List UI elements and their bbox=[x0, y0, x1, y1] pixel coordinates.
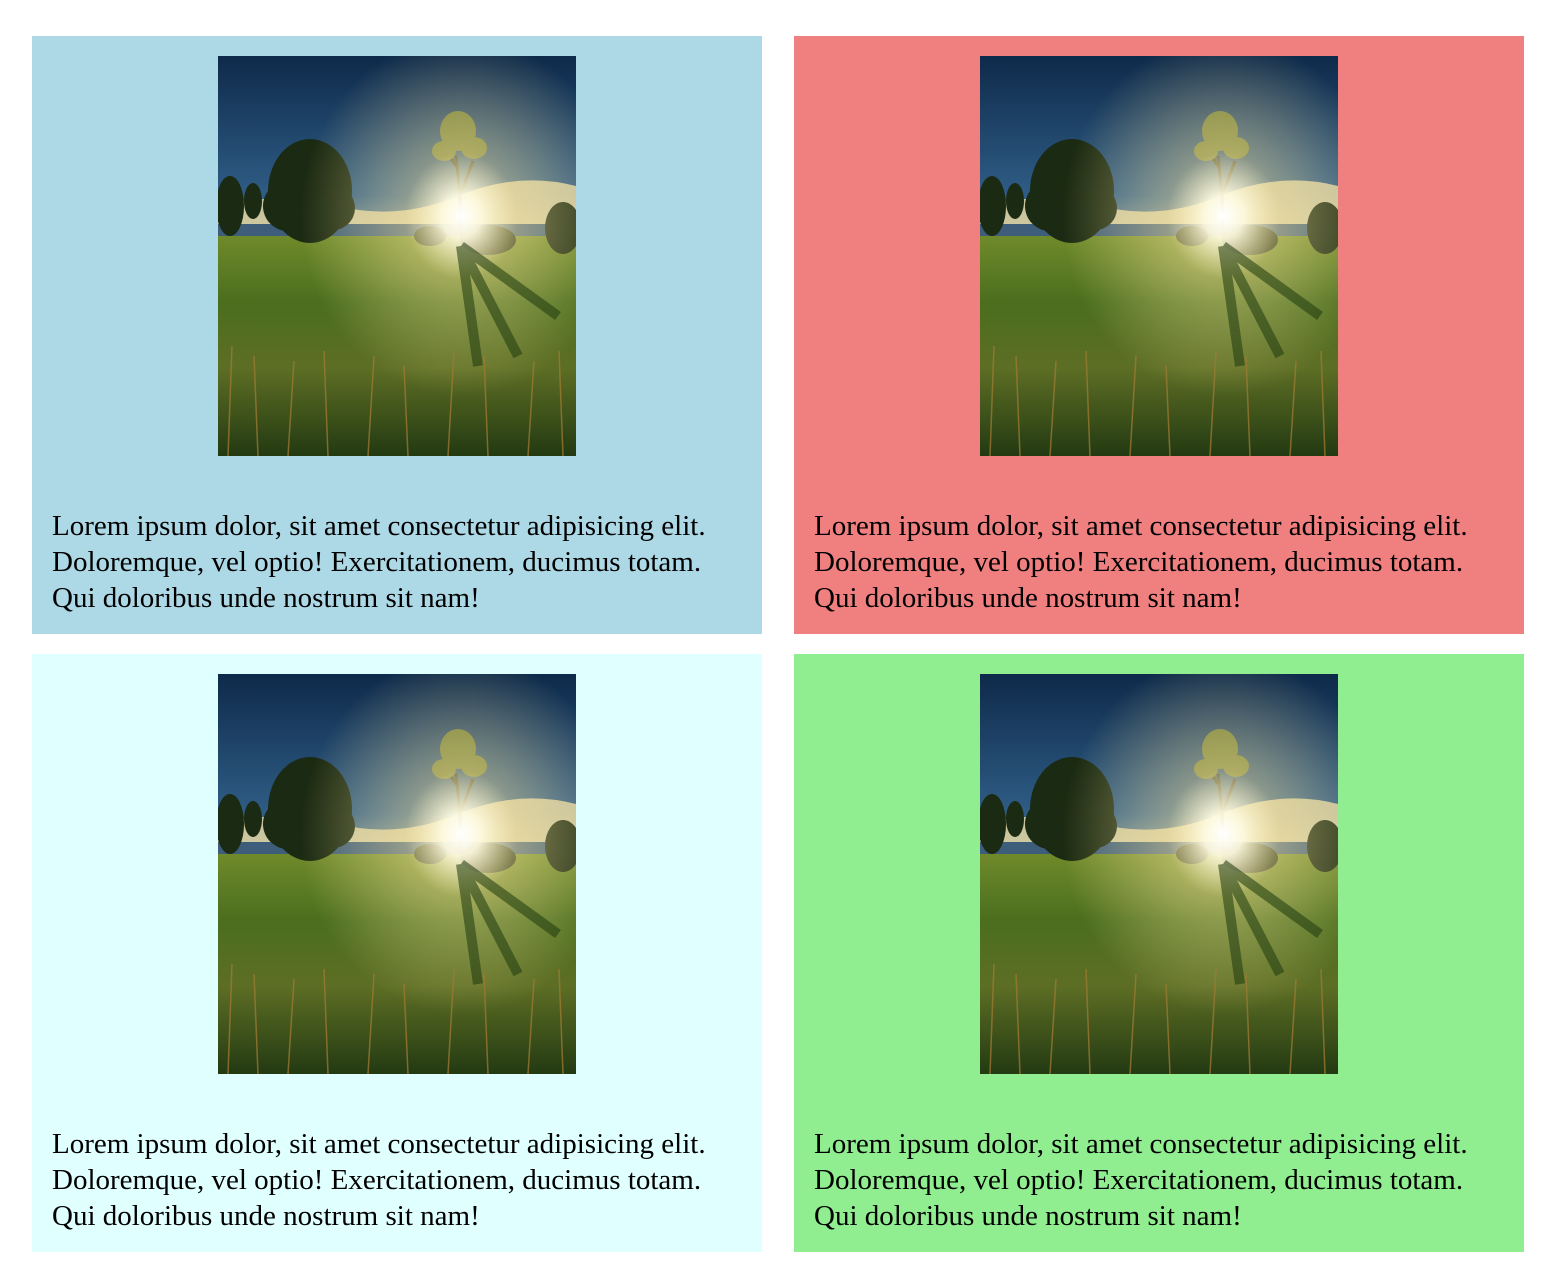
card-text: Lorem ipsum dolor, sit amet consectetur … bbox=[814, 1128, 1468, 1232]
card-2: Lorem ipsum dolor, sit amet consectetur … bbox=[794, 36, 1524, 634]
card-grid: Lorem ipsum dolor, sit amet consectetur … bbox=[32, 36, 1524, 1252]
landscape-image bbox=[980, 674, 1338, 1074]
card-text: Lorem ipsum dolor, sit amet consectetur … bbox=[52, 1128, 706, 1232]
landscape-image bbox=[980, 56, 1338, 456]
card-1: Lorem ipsum dolor, sit amet consectetur … bbox=[32, 36, 762, 634]
card-4: Lorem ipsum dolor, sit amet consectetur … bbox=[794, 654, 1524, 1252]
card-text: Lorem ipsum dolor, sit amet consectetur … bbox=[814, 510, 1468, 614]
card-text: Lorem ipsum dolor, sit amet consectetur … bbox=[52, 510, 706, 614]
landscape-image bbox=[218, 674, 576, 1074]
landscape-image bbox=[218, 56, 576, 456]
card-3: Lorem ipsum dolor, sit amet consectetur … bbox=[32, 654, 762, 1252]
